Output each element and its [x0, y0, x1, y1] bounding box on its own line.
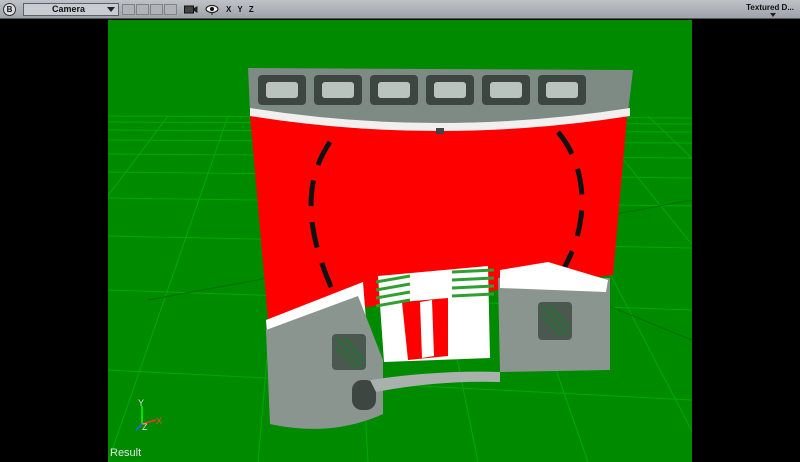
scene-render: Y X Z — [108, 68, 692, 462]
view-selector[interactable]: Camera — [23, 2, 119, 16]
axes-toggle[interactable]: X Y Z — [226, 5, 256, 14]
wall-model — [248, 68, 633, 429]
eye-icon[interactable] — [204, 3, 220, 16]
chevron-down-icon — [107, 6, 115, 12]
viewport-status-label: Result — [110, 447, 142, 459]
gizmo-z-label: Z — [142, 422, 148, 432]
view-slot-4[interactable] — [164, 3, 177, 15]
gizmo-y-label: Y — [138, 398, 144, 408]
shading-mode-dropdown[interactable]: Textured D... — [746, 3, 794, 17]
view-slots — [122, 3, 178, 15]
view-slot-1[interactable] — [122, 3, 135, 15]
chevron-down-icon — [770, 13, 776, 17]
camera-icon[interactable] — [183, 3, 199, 16]
view-slot-3[interactable] — [150, 3, 163, 15]
view-selector-label: Camera — [52, 3, 86, 14]
shading-mode-label: Textured D... — [746, 3, 794, 12]
3d-viewport[interactable]: Y X Z Result — [108, 20, 692, 462]
view-slot-2[interactable] — [136, 3, 149, 15]
menu-button[interactable]: B — [3, 2, 16, 16]
viewport-toolbar: B Camera X Y Z Textured D... — [0, 0, 800, 19]
gizmo-x-label: X — [156, 416, 162, 426]
